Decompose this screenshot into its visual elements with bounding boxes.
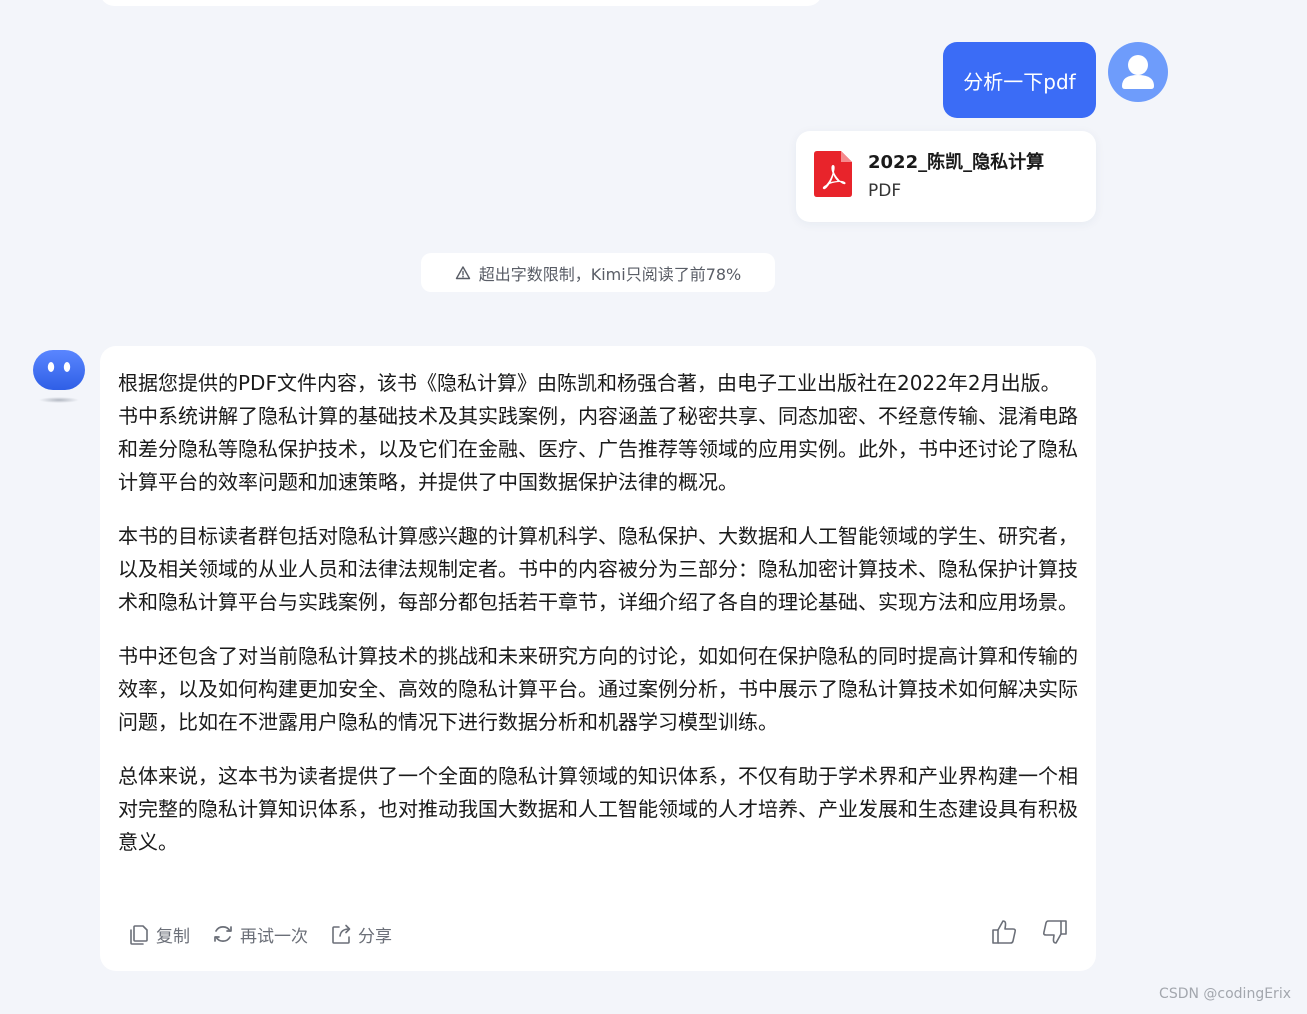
share-label: 分享 [358, 926, 392, 947]
answer-actions: 复制 再试一次 分享 [128, 919, 414, 949]
attachment-type: PDF [868, 181, 902, 201]
user-message-text: 分析一下pdf [963, 69, 1076, 94]
share-icon [332, 924, 351, 944]
thumbs-up-icon[interactable] [990, 918, 1018, 946]
notice-text: 超出字数限制，Kimi只阅读了前78% [478, 264, 742, 284]
user-icon [1122, 55, 1154, 89]
attachment-card[interactable]: 2022_陈凯_隐私计算 PDF [796, 131, 1096, 222]
answer-paragraph: 根据您提供的PDF文件内容，该书《隐私计算》由陈凯和杨强合著，由电子工业出版社在… [118, 371, 1078, 494]
watermark: CSDN @codingErix [1159, 986, 1291, 1002]
copy-icon [130, 925, 148, 945]
kimi-bot-icon [33, 350, 85, 403]
answer-paragraph: 本书的目标读者群包括对隐私计算感兴趣的计算机科学、隐私保护、大数据和人工智能领域… [118, 524, 1078, 614]
retry-button[interactable]: 再试一次 [212, 922, 308, 947]
share-button[interactable]: 分享 [330, 922, 392, 947]
pdf-file-icon [814, 151, 852, 197]
attachment-name: 2022_陈凯_隐私计算 [868, 152, 1045, 173]
copy-button[interactable]: 复制 [128, 922, 190, 947]
previous-message-card [100, 0, 822, 6]
user-message-bubble: 分析一下pdf [943, 42, 1096, 118]
read-limit-notice: 超出字数限制，Kimi只阅读了前78% [421, 253, 775, 292]
assistant-answer-card: 根据您提供的PDF文件内容，该书《隐私计算》由陈凯和杨强合著，由电子工业出版社在… [100, 346, 1096, 971]
warning-triangle-icon [455, 265, 470, 279]
answer-paragraph: 总体来说，这本书为读者提供了一个全面的隐私计算领域的知识体系，不仅有助于学术界和… [118, 764, 1078, 854]
answer-paragraph: 书中还包含了对当前隐私计算技术的挑战和未来研究方向的讨论，如如何在保护隐私的同时… [118, 644, 1078, 734]
refresh-icon [214, 926, 232, 942]
thumbs-down-icon[interactable] [1041, 918, 1069, 946]
copy-label: 复制 [156, 926, 190, 947]
retry-label: 再试一次 [240, 926, 308, 947]
user-avatar[interactable] [1108, 42, 1168, 102]
answer-content: 根据您提供的PDF文件内容，该书《隐私计算》由陈凯和杨强合著，由电子工业出版社在… [118, 367, 1080, 880]
